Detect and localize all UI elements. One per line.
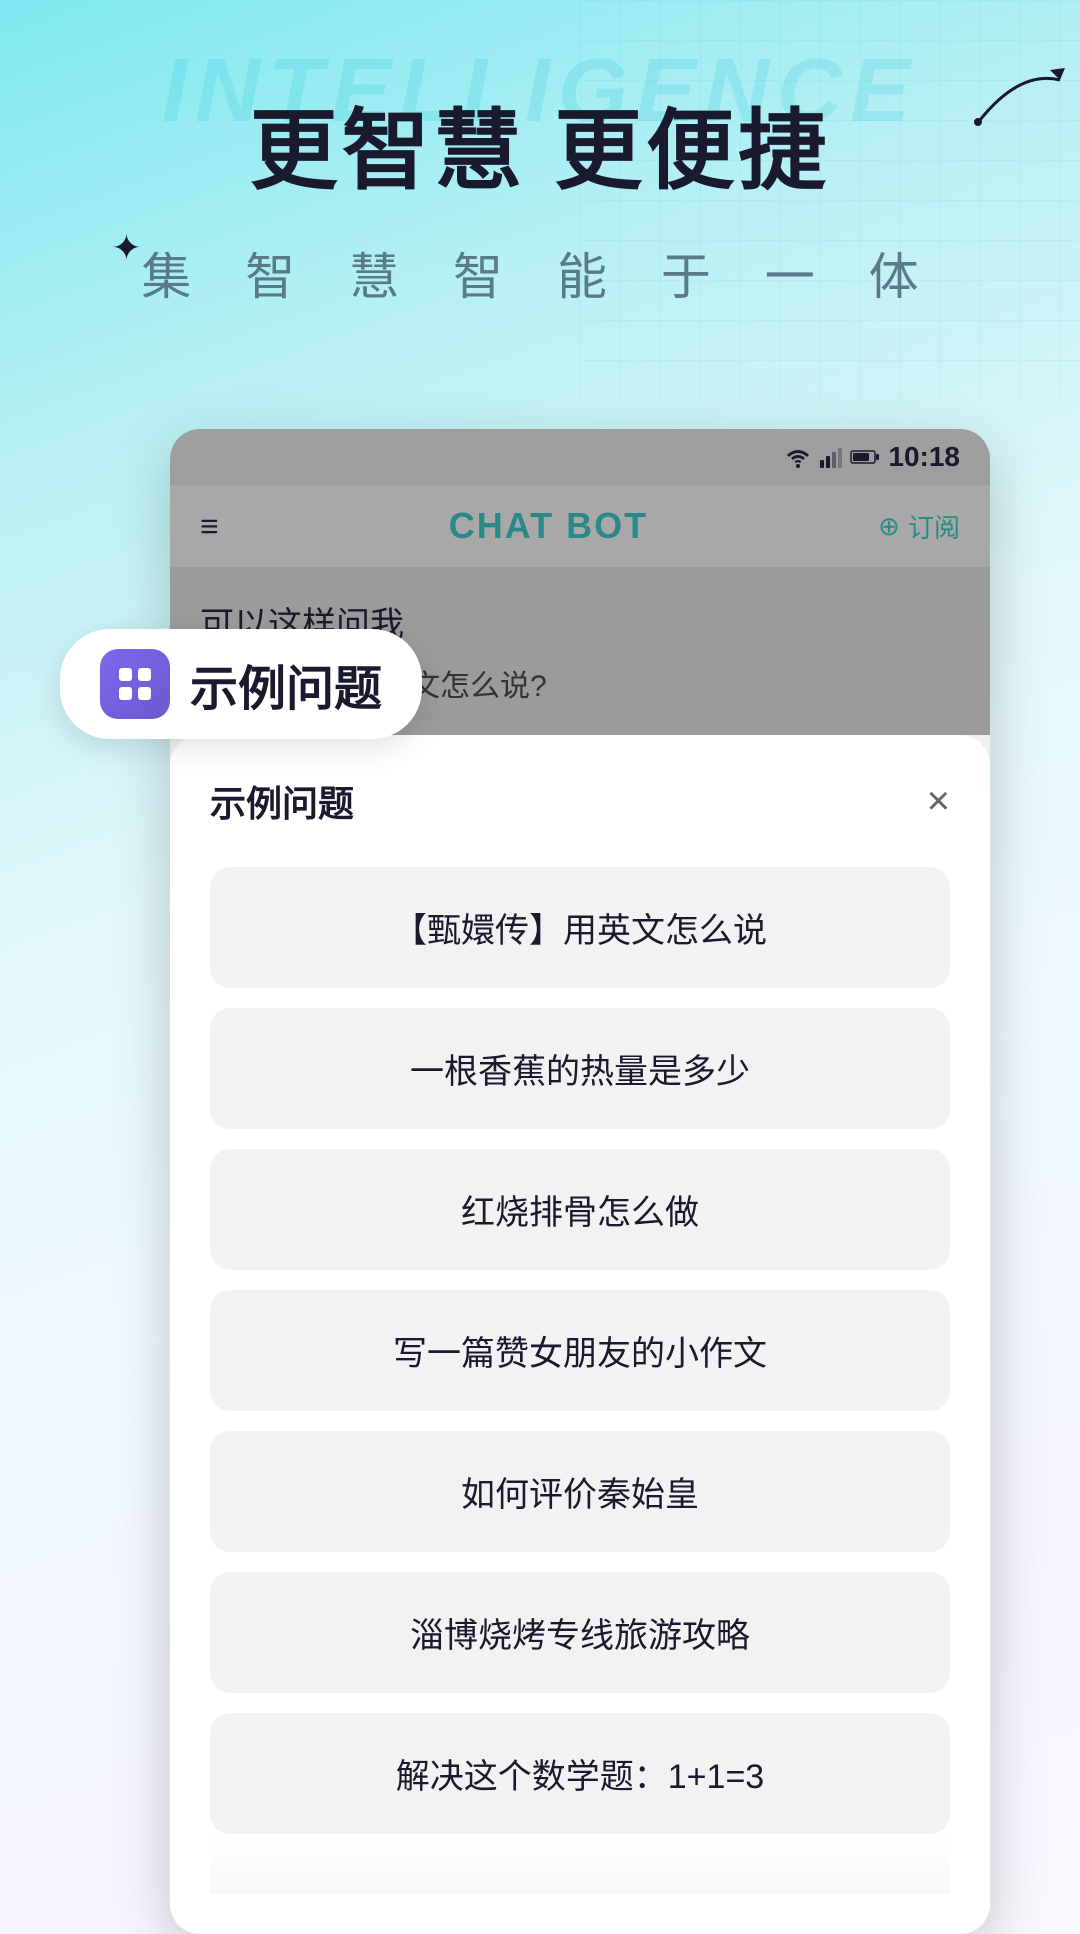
grid-icon xyxy=(115,664,155,704)
question-item-text: 写一篇赞女朋友的小作文 xyxy=(393,1335,767,1373)
question-item-text: 【甄嬛传】用英文怎么说 xyxy=(393,912,767,950)
menu-icon[interactable]: ≡ xyxy=(200,508,219,545)
question-item-text: 解决这个数学题：1+1=3 xyxy=(396,1758,764,1796)
status-bar: 10:18 xyxy=(170,429,990,485)
question-list: 【甄嬛传】用英文怎么说 一根香蕉的热量是多少 红烧排骨怎么做 写一篇赞女朋友的小… xyxy=(210,867,950,1834)
question-item-text: 如何评价秦始皇 xyxy=(461,1476,699,1514)
app-header: ≡ CHAT BOT ⊕ 订阅 xyxy=(170,485,990,567)
wifi-icon xyxy=(784,446,812,468)
question-item[interactable]: 写一篇赞女朋友的小作文 xyxy=(210,1290,950,1411)
app-title: CHAT BOT xyxy=(449,505,648,547)
subscribe-label: 订阅 xyxy=(908,508,960,545)
question-item[interactable]: 【甄嬛传】用英文怎么说 xyxy=(210,867,950,988)
sparkle-icon: ✦ xyxy=(111,227,141,269)
hero-subtitle: 集 智 慧 智 能 于 一 体 xyxy=(141,237,938,309)
question-item[interactable]: 如何评价秦始皇 xyxy=(210,1431,950,1552)
arrow-decoration xyxy=(960,60,1080,140)
question-item[interactable]: 解决这个数学题：1+1=3 xyxy=(210,1713,950,1834)
status-icons: 10:18 xyxy=(784,441,960,473)
floating-label: 示例问题 xyxy=(60,629,422,739)
battery-icon xyxy=(850,448,880,466)
status-time: 10:18 xyxy=(888,441,960,473)
hero-title-text: 更智慧 更便捷 xyxy=(250,101,830,200)
question-item[interactable]: 一根香蕉的热量是多少 xyxy=(210,1008,950,1129)
modal-title: 示例问题 xyxy=(210,775,354,827)
hero-section: INTELLIGENCE 更智慧 更便捷 集 智 慧 智 能 于 一 体 ✦ xyxy=(0,0,1080,349)
floating-label-text: 示例问题 xyxy=(190,649,382,719)
question-item[interactable]: 淄博烧烤专线旅游攻略 xyxy=(210,1572,950,1693)
subscribe-button[interactable]: ⊕ 订阅 xyxy=(878,508,960,545)
question-item[interactable]: 红烧排骨怎么做 xyxy=(210,1149,950,1270)
hero-title: 更智慧 更便捷 xyxy=(60,80,1020,207)
bottom-fade xyxy=(210,1834,950,1894)
question-item-text: 一根香蕉的热量是多少 xyxy=(410,1053,750,1091)
hero-subtitle-container: 集 智 慧 智 能 于 一 体 ✦ xyxy=(141,237,938,309)
phone-container: 示例问题 xyxy=(90,429,990,1934)
signal-icon xyxy=(820,446,842,468)
question-item-text: 红烧排骨怎么做 xyxy=(461,1194,699,1232)
subscribe-plus-icon: ⊕ xyxy=(878,511,900,542)
modal-header: 示例问题 × xyxy=(210,775,950,827)
floating-label-icon xyxy=(100,649,170,719)
close-button[interactable]: × xyxy=(927,781,950,821)
modal-overlay: 示例问题 × 【甄嬛传】用英文怎么说 一根香蕉的热量是多少 红烧排骨怎么做 写一… xyxy=(170,735,990,1934)
question-item-text: 淄博烧烤专线旅游攻略 xyxy=(410,1617,750,1655)
